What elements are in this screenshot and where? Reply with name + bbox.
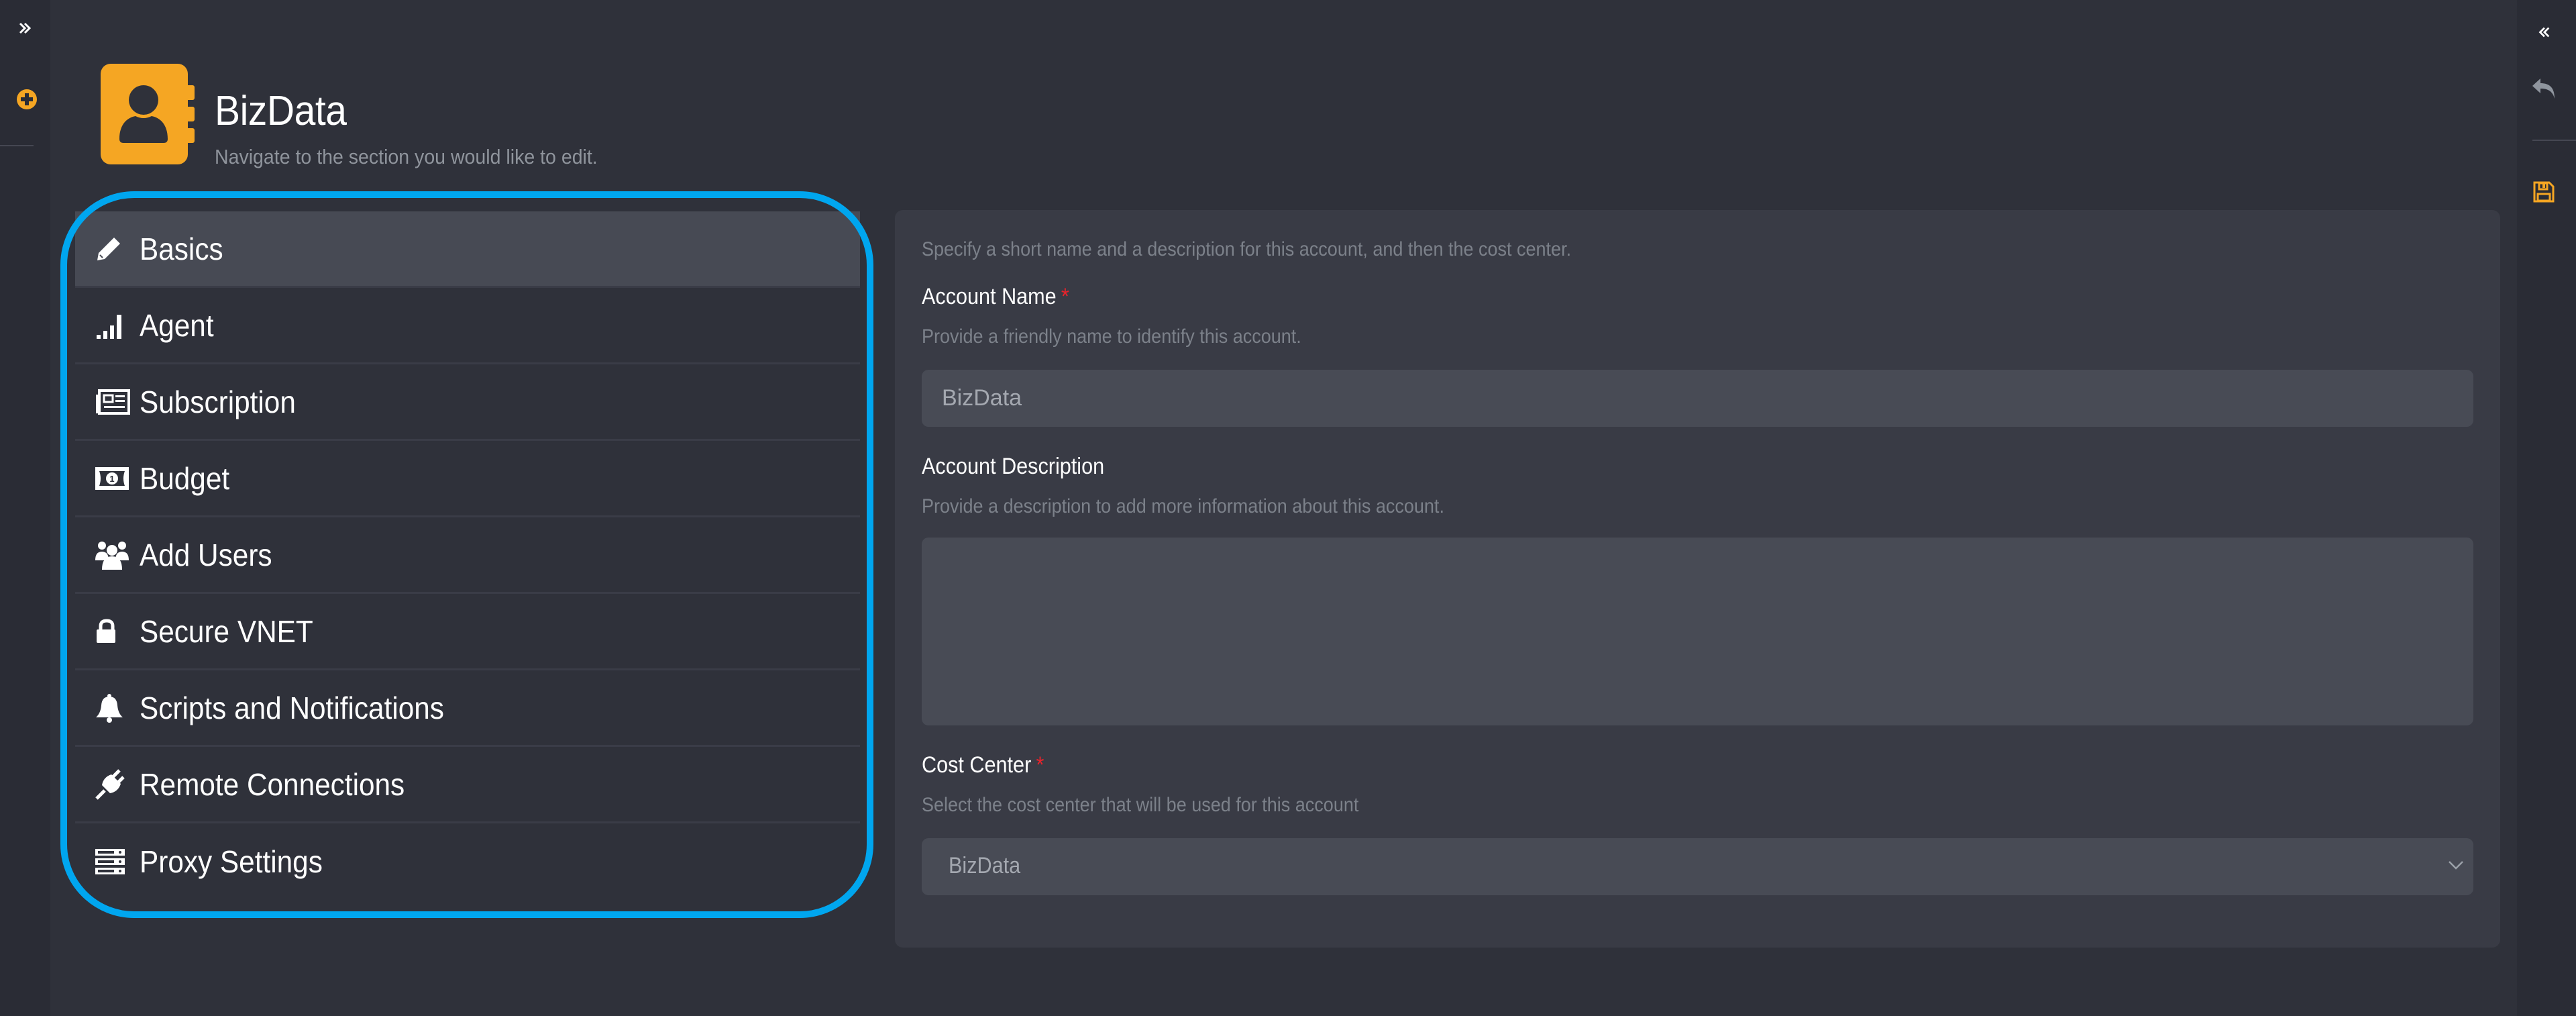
save-button[interactable] — [2529, 177, 2559, 207]
nav-label: Add Users — [140, 537, 272, 572]
account-name-help: Provide a friendly name to identify this… — [922, 325, 1301, 348]
chevrons-right-icon — [19, 22, 32, 34]
undo-icon — [2532, 79, 2555, 99]
account-name-label-text: Account Name — [922, 284, 1057, 309]
chevron-down-icon — [2449, 861, 2463, 870]
account-name-label: Account Name * — [922, 284, 1069, 310]
right-rail — [2517, 0, 2576, 1016]
cost-center-help: Select the cost center that will be used… — [922, 794, 1359, 816]
account-description-textarea[interactable] — [922, 538, 2473, 725]
cost-center-select[interactable]: BizData — [922, 838, 2473, 895]
nav-label: Budget — [140, 460, 230, 496]
cost-center-label-text: Cost Center — [922, 752, 1032, 778]
account-description-help: Provide a description to add more inform… — [922, 495, 1444, 517]
right-rail-divider — [2532, 140, 2576, 141]
server-icon — [95, 847, 130, 876]
users-icon — [95, 540, 130, 570]
money-bill-icon: 1 — [95, 464, 130, 493]
pencil-icon — [95, 234, 130, 264]
nav-item-basics[interactable]: Basics — [75, 211, 860, 288]
form-intro: Specify a short name and a description f… — [922, 238, 1572, 260]
account-description-label: Account Description — [922, 454, 1105, 479]
page-title: BizData — [215, 88, 347, 134]
nav-label: Scripts and Notifications — [140, 690, 444, 725]
nav-label: Subscription — [140, 384, 296, 419]
section-nav: Basics Agent Subscription 1 Budget Add U… — [75, 211, 860, 900]
svg-text:1: 1 — [109, 474, 114, 484]
page-subtitle: Navigate to the section you would like t… — [215, 145, 598, 168]
signal-icon — [95, 311, 130, 340]
add-button[interactable] — [12, 85, 42, 114]
collapse-button[interactable] — [2530, 19, 2557, 46]
nav-item-proxy-settings[interactable]: Proxy Settings — [75, 823, 860, 900]
nav-label: Proxy Settings — [140, 844, 323, 879]
account-name-input[interactable] — [922, 370, 2473, 427]
nav-item-remote-connections[interactable]: Remote Connections — [75, 747, 860, 823]
undo-button[interactable] — [2529, 74, 2559, 103]
nav-item-add-users[interactable]: Add Users — [75, 517, 860, 594]
save-icon — [2533, 181, 2555, 203]
nav-item-scripts-notifications[interactable]: Scripts and Notifications — [75, 670, 860, 747]
nav-item-agent[interactable]: Agent — [75, 288, 860, 364]
nav-item-subscription[interactable]: Subscription — [75, 364, 860, 441]
address-book-icon — [101, 64, 195, 164]
nav-label: Agent — [140, 307, 214, 343]
required-marker: * — [1061, 284, 1069, 309]
left-rail — [0, 0, 50, 1016]
nav-item-secure-vnet[interactable]: Secure VNET — [75, 594, 860, 670]
nav-item-budget[interactable]: 1 Budget — [75, 441, 860, 517]
nav-label: Remote Connections — [140, 766, 405, 802]
cost-center-selected-value: BizData — [949, 853, 1021, 878]
expand-button[interactable] — [12, 15, 39, 42]
basics-form-panel: Specify a short name and a description f… — [895, 210, 2500, 948]
cost-center-label: Cost Center * — [922, 752, 1044, 778]
plug-icon — [95, 768, 130, 800]
nav-label: Basics — [140, 231, 223, 266]
newspaper-icon — [95, 387, 130, 417]
lock-icon — [95, 617, 130, 646]
account-logo — [101, 64, 196, 164]
left-rail-divider — [0, 145, 34, 146]
required-marker: * — [1036, 752, 1044, 778]
chevrons-left-icon — [2538, 27, 2550, 38]
nav-label: Secure VNET — [140, 613, 313, 649]
bell-icon — [95, 693, 130, 723]
plus-circle-icon — [17, 89, 37, 109]
